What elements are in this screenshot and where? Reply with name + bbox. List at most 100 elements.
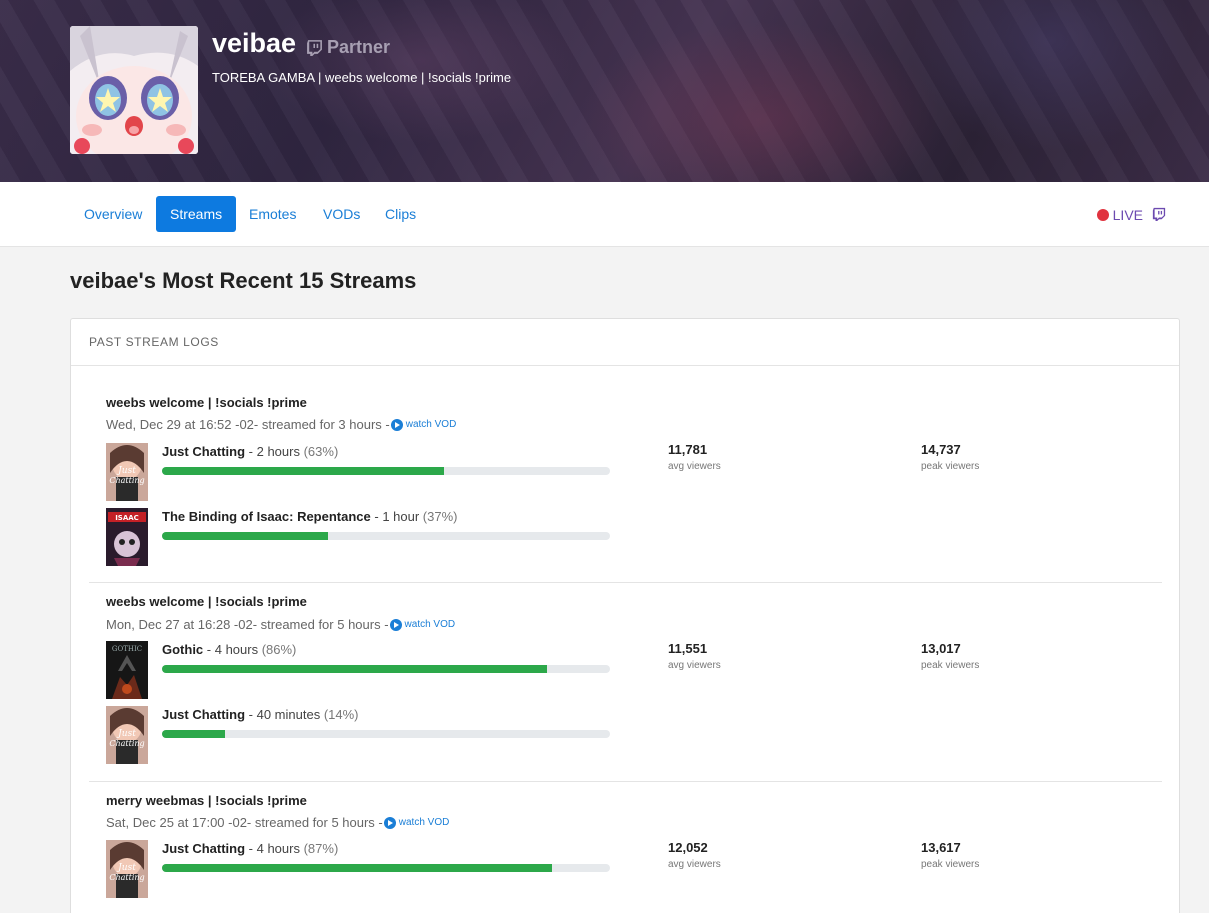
game-row: Just Chatting Just Chatting - 2 hours (63…: [106, 443, 616, 501]
game-duration: - 4 hours: [245, 841, 304, 856]
partner-badge: Partner: [306, 37, 390, 58]
peak-viewers-value: 13,617: [921, 840, 961, 855]
stream-entry-title: weebs welcome | !socials !prime: [106, 594, 307, 609]
watch-vod-label: watch VOD: [405, 419, 457, 430]
game-time-bar-fill: [162, 730, 225, 738]
channel-nav: Overview Streams Emotes VODs Clips LIVE: [0, 182, 1209, 247]
stream-entry-title: merry weebmas | !socials !prime: [106, 793, 307, 808]
game-line: Just Chatting - 40 minutes (14%): [162, 707, 359, 722]
avg-viewers-stat: 12,052 avg viewers: [668, 840, 721, 870]
game-name[interactable]: The Binding of Isaac: Repentance: [162, 509, 371, 524]
stream-title: TOREBA GAMBA | weebs welcome | !socials …: [212, 70, 512, 85]
game-line: Gothic - 4 hours (86%): [162, 642, 296, 657]
game-name[interactable]: Just Chatting: [162, 841, 245, 856]
peak-viewers-stat: 13,017 peak viewers: [921, 641, 979, 671]
avg-viewers-value: 11,781: [668, 442, 708, 457]
page-title: veibae's Most Recent 15 Streams: [70, 268, 417, 293]
live-dot-icon: [1096, 209, 1109, 221]
svg-text:ISAAC: ISAAC: [115, 514, 139, 522]
game-duration: - 40 minutes: [245, 707, 324, 722]
game-percent: (37%): [422, 509, 458, 524]
gothic-thumb-icon[interactable]: GOTHIC: [106, 641, 148, 699]
game-percent: (86%): [261, 642, 297, 657]
game-row: Just Chatting Just Chatting - 40 minutes …: [106, 706, 616, 764]
isaac-thumb-icon[interactable]: ISAAC: [106, 508, 148, 566]
avg-viewers-stat: 11,781 avg viewers: [668, 442, 721, 472]
stream-entry-title: weebs welcome | !socials !prime: [106, 395, 307, 410]
stream-entry-date: Sat, Dec 25 at 17:00 -02- streamed for 5…: [106, 815, 383, 830]
svg-text:Just: Just: [116, 863, 136, 873]
game-row: Just Chatting Just Chatting - 4 hours (87…: [106, 840, 616, 898]
svg-text:Chatting: Chatting: [109, 739, 144, 748]
avg-viewers-value: 12,052: [668, 840, 708, 855]
stream-entry-meta: Sat, Dec 25 at 17:00 -02- streamed for 5…: [106, 815, 449, 830]
stream-entry-meta: Mon, Dec 27 at 16:28 -02- streamed for 5…: [106, 617, 455, 632]
game-line: Just Chatting - 2 hours (63%): [162, 444, 338, 459]
peak-viewers-label: peak viewers: [921, 660, 980, 671]
game-time-bar: [162, 864, 610, 872]
peak-viewers-stat: 13,617 peak viewers: [921, 840, 979, 870]
avg-viewers-stat: 11,551 avg viewers: [668, 641, 721, 671]
avg-viewers-value: 11,551: [668, 641, 708, 656]
watch-vod-label: watch VOD: [404, 619, 456, 630]
game-time-bar: [162, 532, 610, 540]
play-icon: [383, 816, 396, 829]
twitch-icon[interactable]: [1152, 207, 1166, 221]
watch-vod-link[interactable]: watch VOD: [389, 618, 456, 631]
watch-vod-link[interactable]: watch VOD: [383, 816, 450, 829]
game-line: The Binding of Isaac: Repentance - 1 hou…: [162, 509, 457, 524]
tab-clips[interactable]: Clips: [371, 196, 430, 232]
tab-overview[interactable]: Overview: [70, 196, 156, 232]
play-icon: [389, 618, 402, 631]
stream-entry-date: Wed, Dec 29 at 16:52 -02- streamed for 3…: [106, 417, 390, 432]
game-duration: - 1 hour: [370, 509, 423, 524]
peak-viewers-stat: 14,737 peak viewers: [921, 442, 979, 472]
live-label: LIVE: [1112, 207, 1143, 223]
avg-viewers-label: avg viewers: [668, 461, 721, 472]
game-percent: (87%): [303, 841, 339, 856]
svg-text:Chatting: Chatting: [109, 873, 144, 882]
game-duration: - 2 hours: [245, 444, 304, 459]
tab-vods[interactable]: VODs: [309, 196, 374, 232]
svg-text:Just: Just: [116, 729, 136, 739]
game-time-bar-fill: [162, 665, 548, 673]
peak-viewers-label: peak viewers: [921, 859, 980, 870]
game-time-bar: [162, 665, 610, 673]
live-indicator[interactable]: LIVE: [1096, 207, 1143, 223]
game-percent: (14%): [323, 707, 359, 722]
game-row: GOTHIC Gothic - 4 hours (86%): [106, 641, 616, 699]
game-name[interactable]: Just Chatting: [162, 707, 245, 722]
card-title: PAST STREAM LOGS: [71, 319, 1179, 366]
svg-text:Chatting: Chatting: [109, 476, 144, 485]
watch-vod-link[interactable]: watch VOD: [390, 418, 457, 431]
peak-viewers-value: 13,017: [921, 641, 961, 656]
stream-entry: merry weebmas | !socials !prime Sat, Dec…: [89, 782, 1162, 913]
game-time-bar-fill: [162, 532, 328, 540]
play-icon: [390, 418, 403, 431]
svg-text:Just: Just: [116, 466, 136, 476]
watch-vod-label: watch VOD: [398, 817, 450, 828]
just-chatting-thumb-icon[interactable]: Just Chatting: [106, 706, 148, 764]
game-line: Just Chatting - 4 hours (87%): [162, 841, 338, 856]
channel-avatar[interactable]: [70, 26, 198, 154]
game-name[interactable]: Just Chatting: [162, 444, 245, 459]
game-row: ISAAC The Binding of Isaac: Repentance -…: [106, 508, 616, 566]
tab-emotes[interactable]: Emotes: [235, 196, 310, 232]
game-time-bar-fill: [162, 864, 552, 872]
svg-text:GOTHIC: GOTHIC: [112, 645, 142, 653]
tab-streams[interactable]: Streams: [156, 196, 237, 232]
stream-entry-meta: Wed, Dec 29 at 16:52 -02- streamed for 3…: [106, 417, 456, 432]
just-chatting-thumb-icon[interactable]: Just Chatting: [106, 840, 148, 898]
channel-name: veibae: [212, 28, 297, 58]
channel-banner: veibae Partner TOREBA GAMBA | weebs welc…: [0, 0, 1209, 182]
twitch-icon: [307, 40, 322, 56]
just-chatting-thumb-icon[interactable]: Just Chatting: [106, 443, 148, 501]
stream-logs-card: PAST STREAM LOGS weebs welcome | !social…: [70, 318, 1180, 913]
peak-viewers-label: peak viewers: [921, 461, 980, 472]
stream-entry: weebs welcome | !socials !prime Mon, Dec…: [89, 583, 1162, 782]
peak-viewers-value: 14,737: [921, 442, 961, 457]
game-time-bar: [162, 467, 610, 475]
game-percent: (63%): [303, 444, 339, 459]
stream-entry: weebs welcome | !socials !prime Wed, Dec…: [89, 367, 1162, 583]
game-name[interactable]: Gothic: [162, 642, 203, 657]
